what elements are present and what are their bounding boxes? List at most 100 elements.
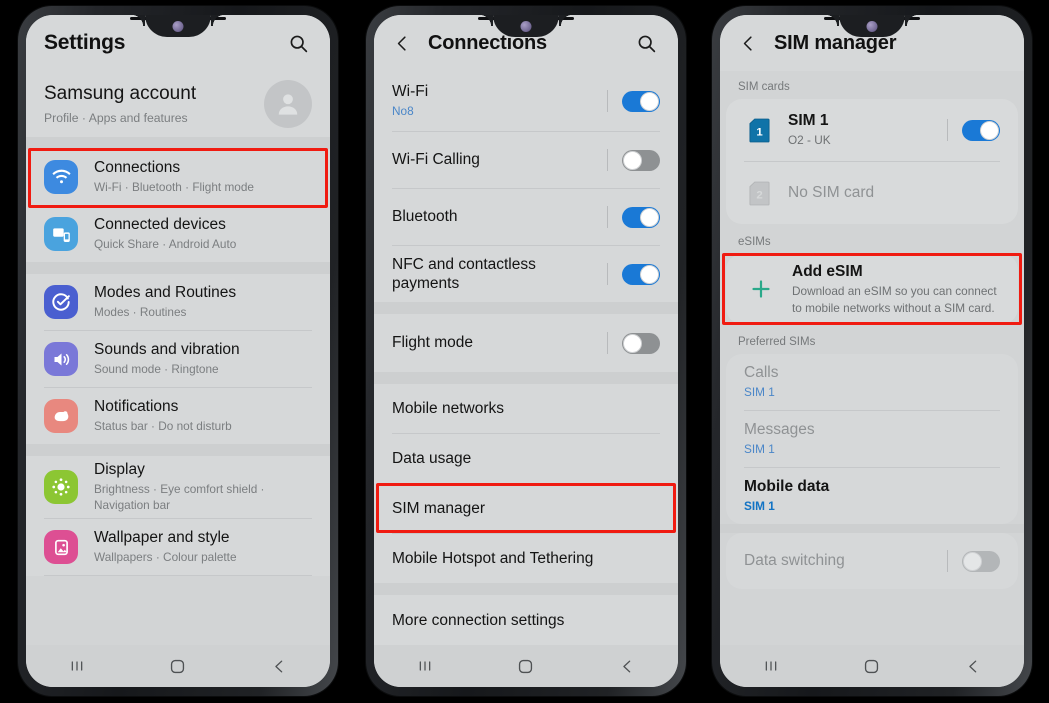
recents-icon[interactable] xyxy=(55,653,99,679)
row-calls[interactable]: Calls SIM 1 xyxy=(726,354,1018,410)
row-value: SIM 1 xyxy=(744,384,775,399)
item-title: Display xyxy=(94,461,145,479)
toggle-divider xyxy=(947,550,948,572)
sim-card-2-icon: 2 xyxy=(748,180,770,206)
settings-group-a: Connections Wi-Fi · Bluetooth · Flight m… xyxy=(26,149,330,262)
home-icon[interactable] xyxy=(850,653,894,679)
sidebar-item-modes-and-routines[interactable]: Modes and Routines Modes · Routines xyxy=(26,274,330,330)
account-title: Samsung account xyxy=(44,82,197,104)
phone-1-navbar xyxy=(26,645,330,687)
sidebar-item-display[interactable]: Display Brightness · Eye comfort shield … xyxy=(26,456,330,518)
item-title: Notifications xyxy=(94,398,179,416)
connections-group-4: More connection settings xyxy=(374,595,678,645)
front-camera-icon xyxy=(172,21,184,32)
phone-2-list: Wi-Fi No8 Wi-Fi Calling Bluetooth NFC an… xyxy=(374,71,678,645)
row-title: No SIM card xyxy=(788,184,875,202)
row-sim-manager[interactable]: SIM manager xyxy=(374,484,678,533)
wifi-calling-toggle[interactable] xyxy=(607,149,660,171)
row-mobile-networks[interactable]: Mobile networks xyxy=(374,384,678,433)
row-mobile-data[interactable]: Mobile data SIM 1 xyxy=(726,468,1018,524)
toggle-divider xyxy=(947,119,948,141)
flight-mode-toggle[interactable] xyxy=(607,332,660,354)
row-divider xyxy=(44,575,312,576)
nfc-toggle[interactable] xyxy=(607,263,660,285)
item-subtitle: Wi-Fi · Bluetooth · Flight mode xyxy=(94,179,254,194)
connections-group-3: Mobile networks Data usage SIM manager M… xyxy=(374,384,678,583)
item-subtitle: Wallpapers · Colour palette xyxy=(94,549,237,564)
row-title: Wi-Fi xyxy=(392,83,429,101)
data-switching-card: Data switching xyxy=(726,533,1018,589)
row-subtitle: O2 - UK xyxy=(788,132,831,147)
row-add-esim[interactable]: Add eSIM Download an eSIM so you can con… xyxy=(726,254,1018,324)
row-value: SIM 1 xyxy=(744,498,775,513)
back-icon[interactable] xyxy=(257,653,301,679)
row-title: Wi-Fi Calling xyxy=(392,151,480,169)
row-title: Data switching xyxy=(744,552,845,570)
row-more-connection-settings[interactable]: More connection settings xyxy=(374,595,678,645)
person-avatar-icon[interactable] xyxy=(264,80,312,128)
svg-text:1: 1 xyxy=(756,126,763,138)
back-icon[interactable] xyxy=(605,653,649,679)
notification-bell-icon xyxy=(44,399,78,433)
add-esim-card: Add eSIM Download an eSIM so you can con… xyxy=(726,254,1018,324)
item-subtitle: Modes · Routines xyxy=(94,304,187,319)
row-title: Mobile data xyxy=(744,478,830,496)
search-icon[interactable] xyxy=(284,29,312,57)
row-title: NFC and contactless payments xyxy=(392,255,536,292)
sidebar-item-notifications[interactable]: Notifications Status bar · Do not distur… xyxy=(26,388,330,444)
item-subtitle: Sound mode · Ringtone xyxy=(94,361,219,376)
row-title: SIM 1 xyxy=(788,112,829,130)
row-flight-mode[interactable]: Flight mode xyxy=(374,314,678,372)
row-mobile-hotspot[interactable]: Mobile Hotspot and Tethering xyxy=(374,534,678,583)
samsung-account-row[interactable]: Samsung account Profile · Apps and featu… xyxy=(26,71,330,137)
row-title: Calls xyxy=(744,364,779,382)
connections-group-2: Flight mode xyxy=(374,314,678,372)
row-messages[interactable]: Messages SIM 1 xyxy=(726,411,1018,467)
back-icon[interactable] xyxy=(951,653,995,679)
sim-1-toggle[interactable] xyxy=(947,119,1000,141)
item-title: Wallpaper and style xyxy=(94,529,230,547)
sidebar-item-wallpaper-and-style[interactable]: Wallpaper and style Wallpapers · Colour … xyxy=(26,519,330,575)
page-title: Settings xyxy=(44,31,126,54)
back-arrow-icon[interactable] xyxy=(734,29,762,57)
bluetooth-toggle[interactable] xyxy=(607,206,660,228)
wifi-toggle[interactable] xyxy=(607,90,660,112)
item-subtitle: Quick Share · Android Auto xyxy=(94,236,237,251)
front-camera-icon xyxy=(866,21,878,32)
search-icon[interactable] xyxy=(632,29,660,57)
row-wifi[interactable]: Wi-Fi No8 xyxy=(374,71,678,131)
row-data-usage[interactable]: Data usage xyxy=(374,434,678,483)
toggle-divider xyxy=(607,263,608,285)
plus-icon xyxy=(746,274,776,304)
toggle-divider xyxy=(607,206,608,228)
svg-text:2: 2 xyxy=(756,189,762,201)
toggle-divider xyxy=(607,332,608,354)
group-divider xyxy=(26,444,330,456)
row-title: SIM manager xyxy=(392,499,486,517)
front-camera-icon xyxy=(520,21,532,32)
phone-3-navbar xyxy=(720,645,1024,687)
sidebar-item-sounds-and-vibration[interactable]: Sounds and vibration Sound mode · Ringto… xyxy=(26,331,330,387)
row-subtitle: No8 xyxy=(392,103,414,118)
row-nfc[interactable]: NFC and contactless payments xyxy=(374,246,678,302)
recents-icon[interactable] xyxy=(403,653,447,679)
row-sim-1[interactable]: 1 SIM 1 O2 - UK xyxy=(726,99,1018,161)
row-data-switching: Data switching xyxy=(726,533,1018,589)
row-bluetooth[interactable]: Bluetooth xyxy=(374,189,678,245)
back-arrow-icon[interactable] xyxy=(388,29,416,57)
image-icon xyxy=(44,530,78,564)
row-subtitle: Download an eSIM so you can connect to m… xyxy=(792,283,997,315)
data-switching-toggle xyxy=(947,550,1000,572)
home-icon[interactable] xyxy=(504,653,548,679)
sidebar-item-connections[interactable]: Connections Wi-Fi · Bluetooth · Flight m… xyxy=(26,149,330,205)
settings-group-b: Modes and Routines Modes · Routines Soun… xyxy=(26,274,330,444)
section-label-sim-cards: SIM cards xyxy=(720,71,1024,99)
recents-icon[interactable] xyxy=(749,653,793,679)
sidebar-item-connected-devices[interactable]: Connected devices Quick Share · Android … xyxy=(26,206,330,262)
row-no-sim-card: 2 No SIM card xyxy=(726,162,1018,224)
toggle-divider xyxy=(607,149,608,171)
home-icon[interactable] xyxy=(156,653,200,679)
row-wifi-calling[interactable]: Wi-Fi Calling xyxy=(374,132,678,188)
screenshot-stage: Settings Samsung account Profile · Apps … xyxy=(0,0,1049,703)
esim-section: Add eSIM Download an eSIM so you can con… xyxy=(720,253,1024,325)
